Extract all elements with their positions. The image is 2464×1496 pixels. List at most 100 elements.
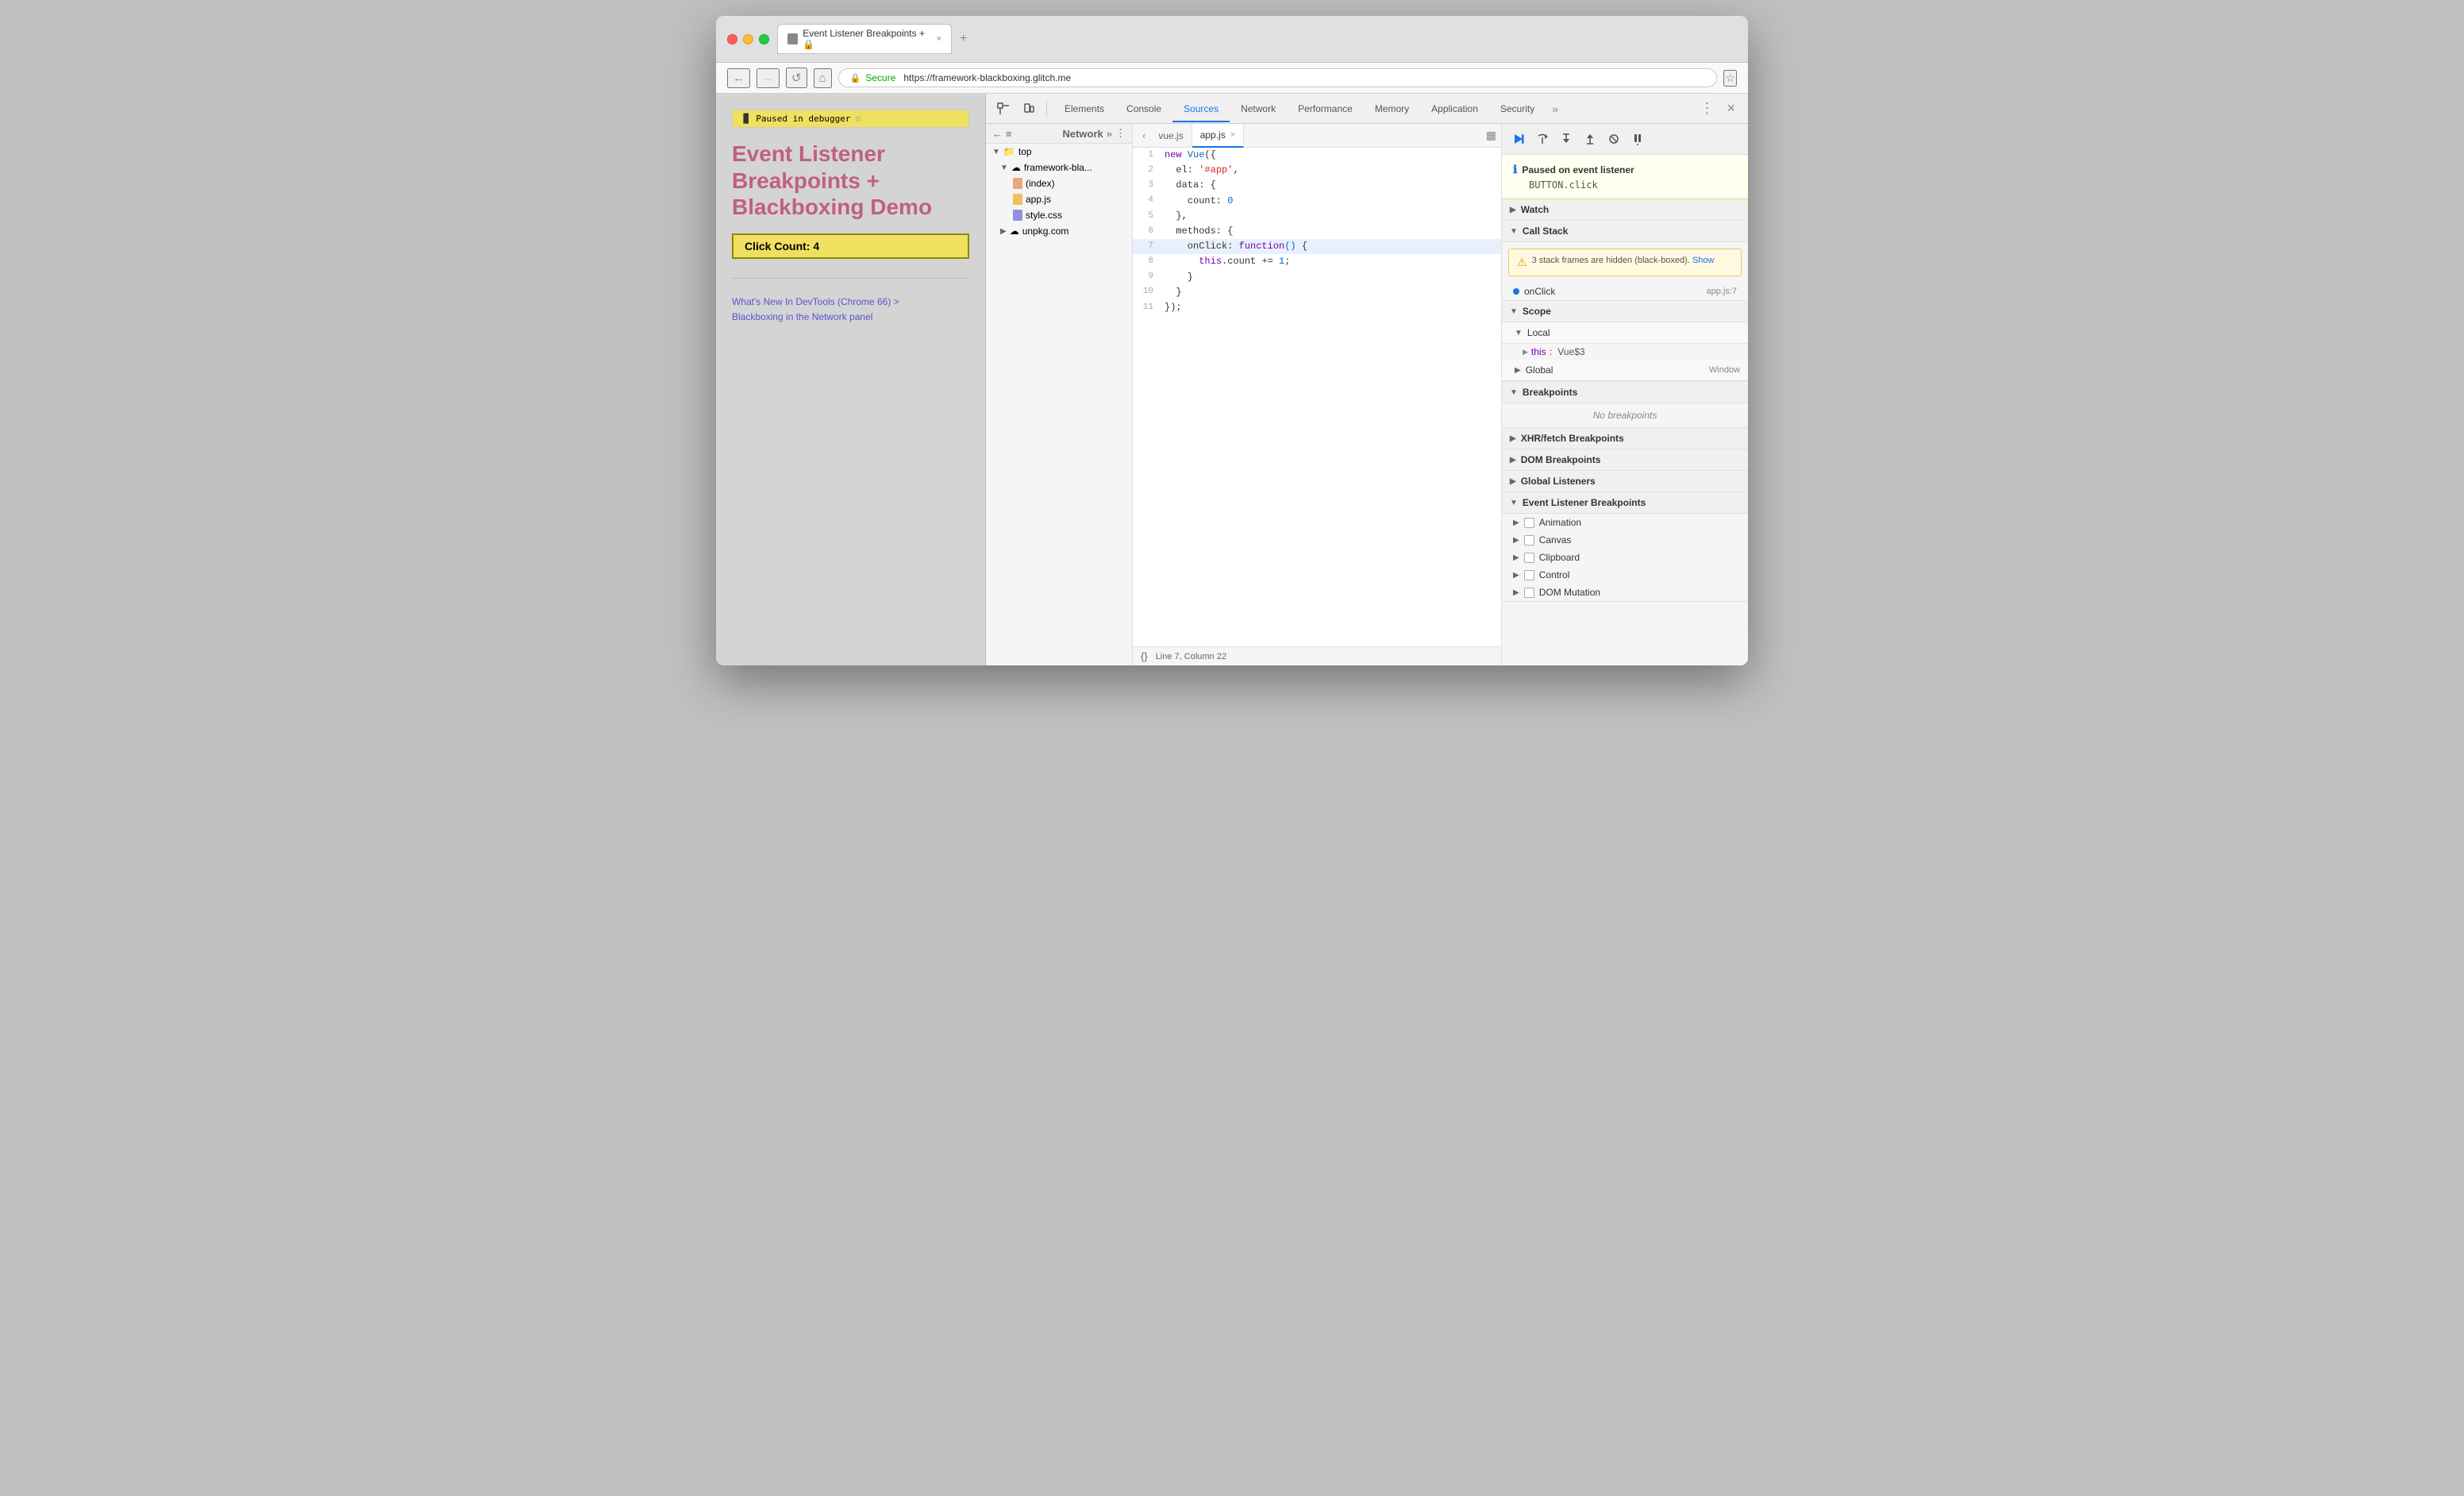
code-line-4: 4 count: 0: [1133, 194, 1501, 209]
tab-label: Event Listener Breakpoints + 🔒: [803, 28, 931, 50]
step-over-button[interactable]: [1532, 129, 1553, 149]
minimize-button[interactable]: [743, 34, 753, 44]
show-blackboxed-link[interactable]: Show: [1692, 256, 1715, 265]
bp-control-label: Control: [1539, 569, 1570, 580]
editor-split-button[interactable]: ▦: [1486, 129, 1496, 142]
line-num-10: 10: [1133, 285, 1161, 299]
callstack-section-header[interactable]: ▼ Call Stack: [1502, 221, 1748, 242]
tab-console[interactable]: Console: [1115, 95, 1172, 122]
tab-network[interactable]: Network: [1230, 95, 1287, 122]
scope-local-header[interactable]: ▼ Local: [1502, 322, 1748, 344]
home-button[interactable]: ⌂: [814, 68, 832, 88]
bp-item-control[interactable]: ▶ Control: [1502, 566, 1748, 584]
global-listeners-section-header[interactable]: ▶ Global Listeners: [1502, 471, 1748, 492]
bp-dom-mutation-check[interactable]: [1524, 588, 1534, 598]
stack-frame-onclick[interactable]: onClick app.js:7: [1502, 283, 1748, 300]
maximize-button[interactable]: [759, 34, 769, 44]
bp-animation-arrow: ▶: [1513, 519, 1519, 527]
scope-section-header[interactable]: ▼ Scope: [1502, 301, 1748, 322]
scope-this-val: Vue$3: [1557, 346, 1584, 357]
tree-item-appjs[interactable]: app.js: [986, 191, 1132, 207]
code-line-1: 1 new Vue({: [1133, 148, 1501, 163]
device-toolbar-button[interactable]: [1018, 98, 1040, 120]
code-content[interactable]: 1 new Vue({ 2 el: '#app', 3 data: {: [1133, 148, 1501, 646]
network-tab-button[interactable]: Network: [1062, 128, 1103, 140]
editor-tab-vuejs[interactable]: vue.js: [1150, 124, 1192, 148]
url-bar[interactable]: 🔒 Secure https://framework-blackboxing.g…: [838, 68, 1718, 87]
devtools-toolbar: Elements Console Sources Network Perform…: [986, 94, 1748, 124]
tree-item-top[interactable]: ▼ 📁 top: [986, 144, 1132, 160]
refresh-button[interactable]: ↺: [786, 67, 807, 88]
tree-item-framework[interactable]: ▼ ☁ framework-bla...: [986, 160, 1132, 175]
tree-item-index[interactable]: (index): [986, 175, 1132, 191]
paused-label: Paused in debugger: [756, 114, 850, 124]
line-num-9: 9: [1133, 270, 1161, 284]
tab-application[interactable]: Application: [1420, 95, 1489, 122]
forward-button[interactable]: →: [757, 68, 780, 88]
bp-item-clipboard[interactable]: ▶ Clipboard: [1502, 549, 1748, 566]
scope-this-item[interactable]: ▶ this : Vue$3: [1502, 344, 1748, 360]
click-count-button[interactable]: Click Count: 4: [732, 233, 969, 259]
back-button[interactable]: ←: [727, 68, 750, 88]
dom-section-header[interactable]: ▶ DOM Breakpoints: [1502, 449, 1748, 471]
new-tab-button[interactable]: +: [955, 32, 972, 46]
scope-local-label: Local: [1527, 327, 1550, 338]
editor-tab-appjs-close[interactable]: ×: [1230, 130, 1235, 140]
editor-nav-back[interactable]: ‹: [1138, 129, 1150, 141]
code-line-5: 5 },: [1133, 209, 1501, 224]
xhr-arrow: ▶: [1510, 434, 1516, 443]
tree-arrow-framework: ▼: [1000, 164, 1008, 172]
deactivate-breakpoints-button[interactable]: [1604, 129, 1624, 149]
tab-memory[interactable]: Memory: [1364, 95, 1420, 122]
line-num-11: 11: [1133, 301, 1161, 315]
watch-section-header[interactable]: ▶ Watch: [1502, 199, 1748, 221]
pause-on-exceptions-button[interactable]: [1627, 129, 1648, 149]
tab-performance[interactable]: Performance: [1287, 95, 1364, 122]
devtools-close-button[interactable]: ×: [1720, 100, 1742, 117]
step-out-button[interactable]: [1580, 129, 1600, 149]
tab-sources[interactable]: Sources: [1172, 95, 1230, 122]
tree-label-stylecss: style.css: [1026, 210, 1062, 221]
breakpoints-section-header[interactable]: ▼ Breakpoints: [1502, 382, 1748, 403]
xhr-section-header[interactable]: ▶ XHR/fetch Breakpoints: [1502, 428, 1748, 449]
step-into-button[interactable]: [1556, 129, 1577, 149]
event-listener-bp-section-header[interactable]: ▼ Event Listener Breakpoints: [1502, 492, 1748, 514]
blackboxing-link[interactable]: Blackboxing in the Network panel: [732, 311, 872, 322]
close-button[interactable]: [727, 34, 737, 44]
tab-security[interactable]: Security: [1489, 95, 1546, 122]
devtools-tab-strip: Elements Console Sources Network Perform…: [1053, 95, 1693, 122]
inspect-element-button[interactable]: [992, 98, 1014, 120]
scope-global-label: Global: [1526, 364, 1553, 376]
bp-item-dom-mutation[interactable]: ▶ DOM Mutation: [1502, 584, 1748, 601]
tab-close-button[interactable]: ×: [937, 34, 941, 44]
callstack-arrow: ▼: [1510, 227, 1518, 236]
bp-animation-check[interactable]: [1524, 518, 1534, 528]
bookmark-button[interactable]: ☆: [1723, 70, 1737, 87]
main-area: ▐▌ Paused in debugger ⊡ Event Listener B…: [716, 94, 1748, 665]
debug-toolbar: [1502, 124, 1748, 155]
more-tabs-button[interactable]: »: [1546, 102, 1565, 115]
bp-item-canvas[interactable]: ▶ Canvas: [1502, 531, 1748, 549]
format-code-button[interactable]: {}: [1141, 650, 1148, 662]
bp-clipboard-check[interactable]: [1524, 553, 1534, 563]
scope-section-body: ▼ Local ▶ this : Vue$3 ▶ Global: [1502, 322, 1748, 382]
editor-tab-appjs[interactable]: app.js ×: [1192, 124, 1244, 148]
active-browser-tab[interactable]: Event Listener Breakpoints + 🔒 ×: [777, 24, 952, 54]
devtools-menu-button[interactable]: ⋮: [1696, 100, 1717, 117]
filetree-more-button[interactable]: »: [1107, 128, 1112, 140]
bp-canvas-check[interactable]: [1524, 535, 1534, 546]
tree-item-stylecss[interactable]: style.css: [986, 207, 1132, 223]
tab-elements[interactable]: Elements: [1053, 95, 1115, 122]
bp-item-animation[interactable]: ▶ Animation: [1502, 514, 1748, 531]
folder-icon-top: 📁: [1003, 146, 1015, 157]
resume-button[interactable]: [1508, 129, 1529, 149]
devtools-link[interactable]: What's New In DevTools (Chrome 66) >: [732, 296, 899, 307]
bp-control-check[interactable]: [1524, 570, 1534, 580]
scope-global-header[interactable]: ▶ Global Window: [1502, 360, 1748, 381]
tree-item-unpkg[interactable]: ▶ ☁ unpkg.com: [986, 223, 1132, 239]
tree-arrow-top: ▼: [992, 148, 1000, 156]
global-listeners-label: Global Listeners: [1521, 476, 1596, 487]
filetree-menu-button[interactable]: ⋮: [1115, 127, 1126, 140]
filetree-options-button[interactable]: ≡: [1006, 128, 1012, 140]
filetree-back-button[interactable]: ←: [992, 128, 1003, 140]
